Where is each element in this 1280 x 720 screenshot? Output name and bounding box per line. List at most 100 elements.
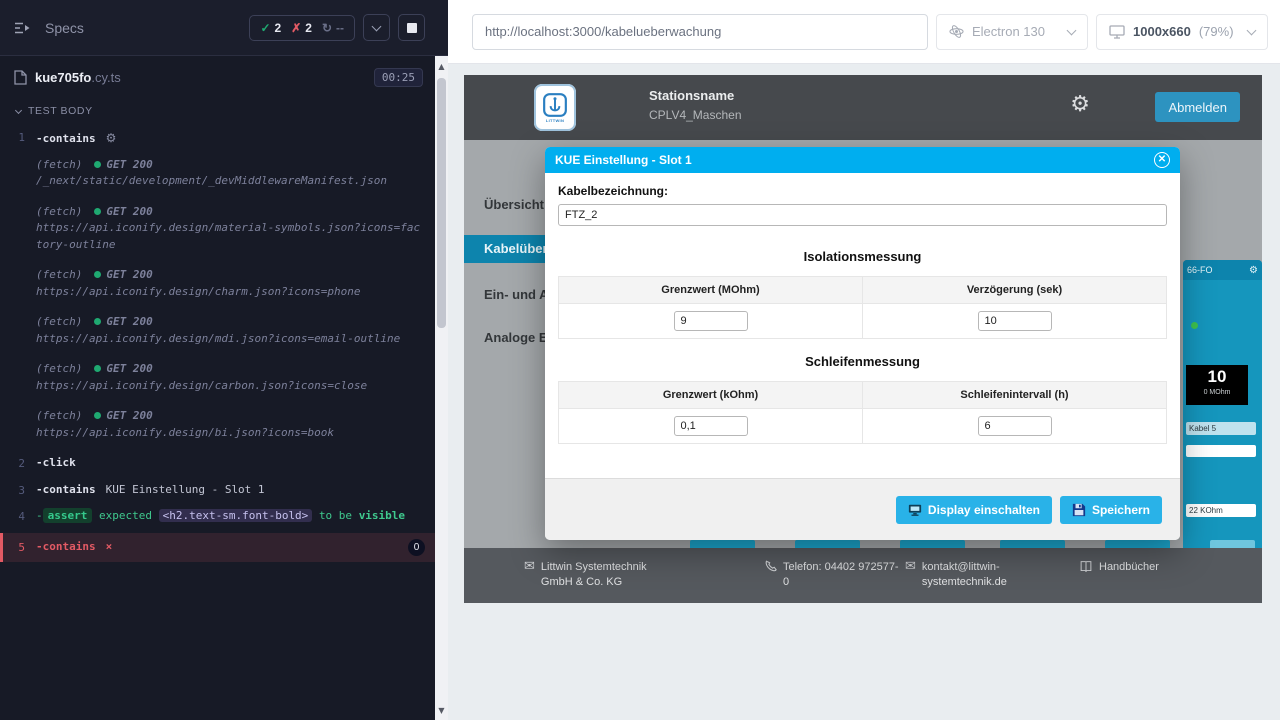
- reporter-header: Specs ✓2 ✗2 ↻--: [0, 0, 435, 56]
- card-button-fragment: [690, 540, 755, 548]
- http-status: GET 200: [106, 158, 152, 171]
- display-icon: [908, 503, 922, 517]
- command-message: ×: [106, 540, 113, 553]
- command-row[interactable]: 3 -containsKUE Einstellung - Slot 1: [0, 480, 435, 502]
- measurement-display: 10 0 MOhm: [1186, 365, 1248, 405]
- spec-file-icon: [14, 70, 27, 85]
- http-status: GET 200: [106, 205, 152, 218]
- fetch-row[interactable]: (fetch)GET 200 https://api.iconify.desig…: [0, 312, 435, 349]
- spec-name: kue705fo.cy.ts: [35, 70, 121, 85]
- command-row-failed[interactable]: 5 -contains× 0: [0, 533, 435, 563]
- spec-row[interactable]: kue705fo.cy.ts 00:25: [0, 56, 435, 97]
- app-footer: ✉ Littwin Systemtechnik GmbH & Co. KG Te…: [464, 548, 1262, 603]
- footer-company: ✉ Littwin Systemtechnik GmbH & Co. KG: [524, 560, 671, 591]
- command-number: 5: [3, 539, 36, 557]
- viewport-size: 1000x660: [1133, 24, 1191, 39]
- card-button-fragment: [1000, 540, 1065, 548]
- gear-icon: ⚙: [106, 131, 117, 145]
- chevron-down-icon: [1247, 25, 1257, 35]
- stat-pending: ↻--: [322, 21, 344, 35]
- verzoegerung-input[interactable]: [978, 311, 1052, 331]
- fetch-row[interactable]: (fetch)GET 200 https://api.iconify.desig…: [0, 406, 435, 443]
- fetch-label: (fetch): [36, 158, 82, 171]
- fetch-label: (fetch): [36, 409, 82, 422]
- fetch-url: https://api.iconify.design/bi.json?icons…: [36, 425, 425, 442]
- stop-button[interactable]: [398, 14, 425, 41]
- fetch-label: (fetch): [36, 315, 82, 328]
- fetch-row[interactable]: (fetch)GET 200 https://api.iconify.desig…: [0, 265, 435, 302]
- runner-main-pane: Electron 130 1000x660 (79%): [448, 0, 1280, 720]
- kue-settings-modal: KUE Einstellung - Slot 1 ✕ Kabelbezeichn…: [545, 147, 1180, 540]
- fetch-row[interactable]: (fetch)GET 200 /_next/static/development…: [0, 155, 435, 192]
- scroll-down-arrow[interactable]: ▼: [435, 704, 448, 718]
- chevron-down-icon: [1067, 25, 1077, 35]
- modal-title: KUE Einstellung - Slot 1: [555, 153, 692, 167]
- command-row-assert[interactable]: 4 -assert expected <h2.text-sm.font-bold…: [0, 506, 435, 528]
- nav-item-analoge-eingaenge[interactable]: Analoge Ei: [484, 330, 551, 345]
- collapse-button[interactable]: [363, 14, 390, 41]
- status-dot: [94, 365, 101, 372]
- column-header: Verzögerung (sek): [863, 277, 1167, 304]
- card-button-fragment: [795, 540, 860, 548]
- fetch-row[interactable]: (fetch)GET 200 https://api.iconify.desig…: [0, 359, 435, 396]
- test-body-toggle[interactable]: TEST BODY: [0, 97, 435, 127]
- command-number: 1: [0, 129, 36, 147]
- reporter-scrollbar[interactable]: ▲ ▼: [435, 0, 448, 720]
- viewport-selector[interactable]: 1000x660 (79%): [1096, 14, 1268, 50]
- cross-icon: ✗: [291, 21, 301, 35]
- settings-gear-icon[interactable]: ⚙: [1070, 92, 1090, 117]
- schleifenintervall-input[interactable]: [978, 416, 1052, 436]
- test-stats: ✓2 ✗2 ↻--: [249, 15, 355, 41]
- scroll-up-arrow[interactable]: ▲: [435, 60, 448, 74]
- footer-phone: Telefon: 04402 972577-0: [764, 560, 903, 591]
- station-info: Stationsname CPLV4_Maschen: [649, 88, 742, 122]
- phone-icon: [764, 560, 777, 573]
- fetch-url: https://api.iconify.design/charm.json?ic…: [36, 284, 425, 301]
- stop-icon: [407, 23, 417, 33]
- grenzwert-kohm-input[interactable]: [674, 416, 748, 436]
- grenzwert-mohm-input[interactable]: [674, 311, 748, 331]
- test-body-label: TEST BODY: [28, 105, 93, 117]
- viewport-icon: [1109, 25, 1125, 39]
- browser-bar: Electron 130 1000x660 (79%): [448, 0, 1280, 64]
- app-under-test: LITTWIN Stationsname CPLV4_Maschen ⚙ Abm…: [464, 75, 1262, 603]
- cypress-reporter: Specs ✓2 ✗2 ↻-- kue705fo.cy.ts 00:25 TES…: [0, 0, 435, 720]
- gear-icon[interactable]: ⚙: [1249, 265, 1258, 276]
- column-header: Grenzwert (kOhm): [559, 382, 863, 409]
- close-icon[interactable]: ✕: [1154, 152, 1170, 168]
- kue-card-fragment: 66-FO⚙ 10 0 MOhm Kabel 5 22 KOhm: [1183, 260, 1262, 548]
- command-row[interactable]: 1 -contains⚙: [0, 127, 435, 150]
- nav-item-uebersicht[interactable]: Übersicht: [484, 197, 544, 212]
- station-name: CPLV4_Maschen: [649, 108, 742, 122]
- url-input[interactable]: [472, 14, 928, 50]
- http-status: GET 200: [106, 362, 152, 375]
- fetch-row[interactable]: (fetch)GET 200 https://api.iconify.desig…: [0, 202, 435, 256]
- aut-viewport: LITTWIN Stationsname CPLV4_Maschen ⚙ Abm…: [448, 64, 1280, 720]
- isolation-section-title: Isolationsmessung: [558, 249, 1167, 264]
- browser-selector[interactable]: Electron 130: [936, 14, 1088, 50]
- app-header: LITTWIN Stationsname CPLV4_Maschen ⚙ Abm…: [464, 75, 1262, 140]
- assert-badge: assert: [43, 508, 93, 523]
- littwin-logo: LITTWIN: [534, 84, 576, 131]
- footer-manuals[interactable]: Handbücher: [1079, 560, 1159, 575]
- spec-duration: 00:25: [374, 68, 423, 87]
- envelope-icon: ✉: [524, 560, 535, 573]
- command-row[interactable]: 2 -click: [0, 453, 435, 475]
- fetch-label: (fetch): [36, 268, 82, 281]
- specs-label[interactable]: Specs: [45, 20, 84, 36]
- card-button-fragment: [1105, 540, 1170, 548]
- scrollbar-thumb[interactable]: [437, 78, 446, 328]
- specs-menu-icon[interactable]: [14, 21, 31, 35]
- card-title: 66-FO: [1187, 265, 1213, 275]
- match-count-badge: 0: [408, 539, 425, 556]
- display-on-button[interactable]: Display einschalten: [896, 496, 1052, 524]
- fetch-label: (fetch): [36, 205, 82, 218]
- logout-button[interactable]: Abmelden: [1155, 92, 1240, 122]
- save-button[interactable]: Speichern: [1060, 496, 1162, 524]
- stat-failed: ✗2: [291, 21, 312, 35]
- command-message: KUE Einstellung - Slot 1: [106, 483, 265, 496]
- card-input[interactable]: [1186, 445, 1256, 457]
- status-dot: [94, 318, 101, 325]
- cable-name-input[interactable]: [558, 204, 1167, 226]
- chevron-down-icon: [15, 106, 22, 113]
